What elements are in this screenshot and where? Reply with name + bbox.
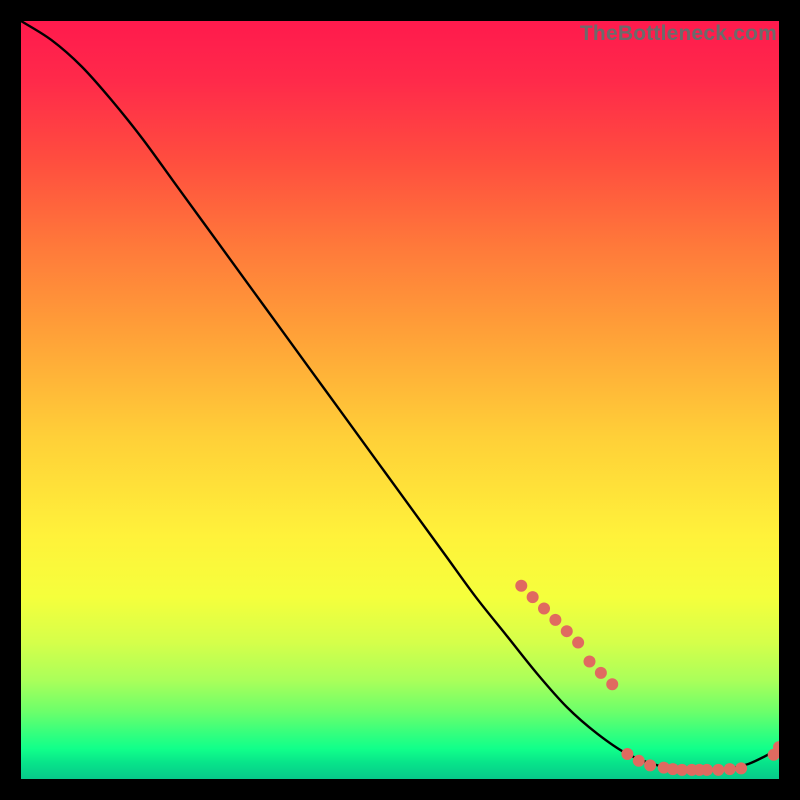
marker-dot <box>633 755 645 767</box>
marker-dot <box>538 602 550 614</box>
marker-dot <box>724 763 736 775</box>
marker-dot <box>701 764 713 776</box>
curve-path-group <box>21 21 779 771</box>
marker-dot <box>644 759 656 771</box>
marker-dot <box>735 762 747 774</box>
chart-stage: TheBottleneck.com <box>0 0 800 800</box>
chart-area: TheBottleneck.com <box>21 21 779 779</box>
marker-dot <box>515 580 527 592</box>
chart-plot <box>21 21 779 779</box>
marker-dot <box>584 656 596 668</box>
marker-dots <box>515 580 779 776</box>
marker-dot <box>712 764 724 776</box>
marker-dot <box>621 748 633 760</box>
marker-dot <box>527 591 539 603</box>
marker-dot <box>549 614 561 626</box>
marker-dot <box>572 637 584 649</box>
marker-dot <box>606 678 618 690</box>
curve-path <box>21 21 779 771</box>
marker-dot <box>561 625 573 637</box>
watermark-text: TheBottleneck.com <box>580 21 777 46</box>
marker-dot <box>595 667 607 679</box>
